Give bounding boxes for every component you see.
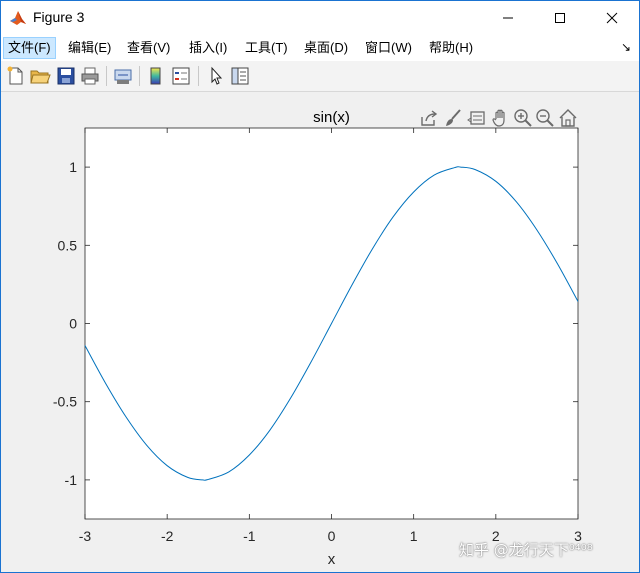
x-tick-label: -3 xyxy=(79,528,92,544)
x-axis-label: x xyxy=(328,551,336,568)
watermark-text: 知乎 @龙行天下⁰⁴⁰⁸ xyxy=(459,541,593,559)
y-tick-label: 0 xyxy=(69,316,77,332)
x-tick-label: 1 xyxy=(410,528,418,544)
y-tick-label: -0.5 xyxy=(53,394,77,410)
y-tick-label: -1 xyxy=(65,472,78,488)
figure-window: Figure 3 文件(F) 编辑(E) 查看(V) 插入(I) 工具(T) 桌… xyxy=(0,0,640,573)
y-tick-label: 1 xyxy=(69,159,77,175)
x-tick-label: 0 xyxy=(328,528,336,544)
y-tick-label: 0.5 xyxy=(58,237,78,253)
sine-plot: -3 -2 -1 0 1 2 3-1-0.500.51sin(x)x xyxy=(53,109,582,568)
chart-title: sin(x) xyxy=(313,109,350,126)
x-tick-label: -1 xyxy=(243,528,256,544)
x-tick-label: -2 xyxy=(161,528,174,544)
